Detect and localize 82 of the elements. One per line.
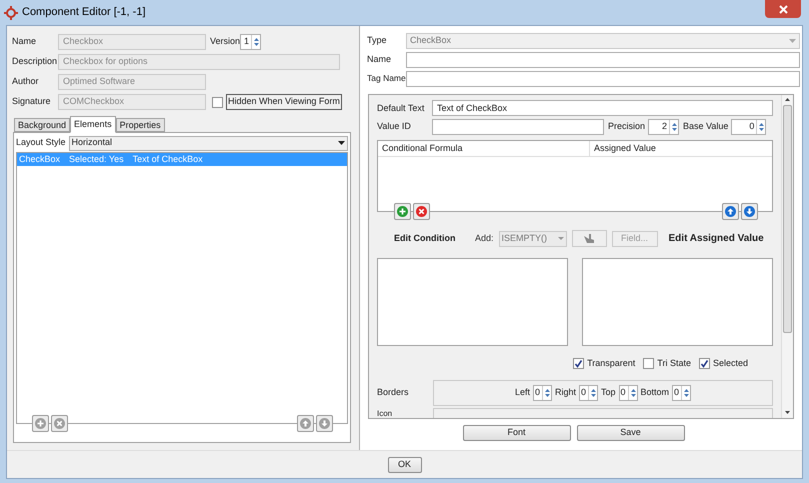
field-label: Author xyxy=(12,75,40,88)
checkbox[interactable] xyxy=(212,96,223,108)
checkbox[interactable] xyxy=(573,358,584,370)
list-cell-text: Text of CheckBox xyxy=(132,152,203,166)
move-up-button[interactable] xyxy=(297,415,314,432)
section-title: Edit Assigned Value xyxy=(668,232,764,246)
column-header: Assigned Value xyxy=(593,142,656,156)
remove-button[interactable] xyxy=(413,203,430,220)
field-label: Top xyxy=(601,386,616,400)
layout-style-dropdown[interactable]: Horizontal xyxy=(68,136,348,150)
section-title: Edit Condition xyxy=(394,232,456,246)
ok-button[interactable]: OK xyxy=(388,456,422,472)
assigned-value-text-area[interactable] xyxy=(582,258,773,346)
move-up-button[interactable] xyxy=(722,203,739,220)
spinner-field[interactable]: 0 xyxy=(672,385,692,402)
list-cell-text: Selected: Yes xyxy=(69,152,124,166)
function-dropdown[interactable]: ISEMPTY() xyxy=(498,230,567,247)
scrollbar-thumb[interactable] xyxy=(783,105,792,333)
add-button[interactable] xyxy=(394,203,411,220)
type-dropdown[interactable]: CheckBox xyxy=(406,33,800,49)
spinner-arrows-icon[interactable] xyxy=(628,386,637,400)
checkbox-label: Selected xyxy=(712,356,748,370)
checkbox[interactable] xyxy=(643,358,654,370)
add-button[interactable] xyxy=(32,415,49,432)
condition-text-area[interactable] xyxy=(377,258,568,346)
close-icon xyxy=(778,4,788,14)
spinner-arrows-icon[interactable] xyxy=(669,120,678,134)
spinner-field[interactable]: 0 xyxy=(579,385,598,402)
tab[interactable]: Background xyxy=(14,118,70,132)
tab[interactable]: Properties xyxy=(116,118,165,132)
checkbox-label: Tri State xyxy=(657,356,691,370)
tab[interactable]: Elements xyxy=(70,116,116,133)
text-field[interactable]: Text of CheckBox xyxy=(432,100,773,116)
field-label: Default Text xyxy=(377,102,426,115)
spinner-arrows-icon[interactable] xyxy=(588,386,597,400)
field-label: Version xyxy=(210,35,240,48)
text-field[interactable] xyxy=(406,70,800,86)
field-label: Name xyxy=(12,35,38,48)
dropdown-arrow-icon xyxy=(789,39,796,43)
spinner-arrows-icon[interactable] xyxy=(251,35,260,49)
field-label: Add: xyxy=(475,232,494,246)
column-header: Conditional Formula xyxy=(378,141,590,156)
spinner-field[interactable]: 2 xyxy=(648,119,680,135)
checkbox-label: Hidden When Viewing Form xyxy=(226,94,342,110)
action-button[interactable]: Save xyxy=(576,425,684,441)
checkbox-label: Transparent xyxy=(587,356,636,370)
text-field[interactable] xyxy=(432,119,604,135)
field-label: Value ID xyxy=(377,120,412,134)
spinner-arrows-icon[interactable] xyxy=(756,120,766,134)
app-logo-icon xyxy=(4,6,18,20)
field-label: Right xyxy=(554,386,576,400)
window-title: Component Editor [-1, -1] xyxy=(22,5,146,20)
list-cell-text: CheckBox xyxy=(19,152,60,166)
move-down-button[interactable] xyxy=(741,203,758,220)
field-label: Borders xyxy=(377,386,410,400)
text-field[interactable] xyxy=(406,52,800,68)
dropdown-arrow-icon xyxy=(558,237,564,240)
field-label: Signature xyxy=(12,95,52,108)
field-label: Left xyxy=(514,386,530,400)
field-label: Precision xyxy=(608,120,646,134)
spinner-arrows-icon[interactable] xyxy=(681,386,690,400)
spinner-field[interactable]: 0 xyxy=(618,385,638,402)
move-down-button[interactable] xyxy=(316,415,333,432)
spinner-field[interactable]: 0 xyxy=(532,385,552,402)
close-button[interactable] xyxy=(765,0,801,18)
field-label: Base Value xyxy=(683,120,728,134)
action-button[interactable]: Font xyxy=(462,425,570,441)
spinner-field[interactable]: 0 xyxy=(731,119,766,135)
field-label: Type xyxy=(367,34,388,48)
field-label: Description xyxy=(12,55,58,68)
pick-button[interactable] xyxy=(572,230,607,248)
dropdown-arrow-icon xyxy=(338,141,345,145)
hand-pointer-icon xyxy=(583,233,596,244)
field-label: Icon xyxy=(377,408,394,418)
remove-button[interactable] xyxy=(51,415,68,432)
field-label: Layout Style xyxy=(16,136,66,150)
field-label: Tag Name xyxy=(367,72,406,85)
spinner-field[interactable]: 1 xyxy=(240,34,261,50)
field-label: Name xyxy=(367,52,392,66)
spinner-arrows-icon[interactable] xyxy=(542,386,551,400)
field-label: Bottom xyxy=(640,386,670,400)
checkbox[interactable] xyxy=(698,358,710,370)
